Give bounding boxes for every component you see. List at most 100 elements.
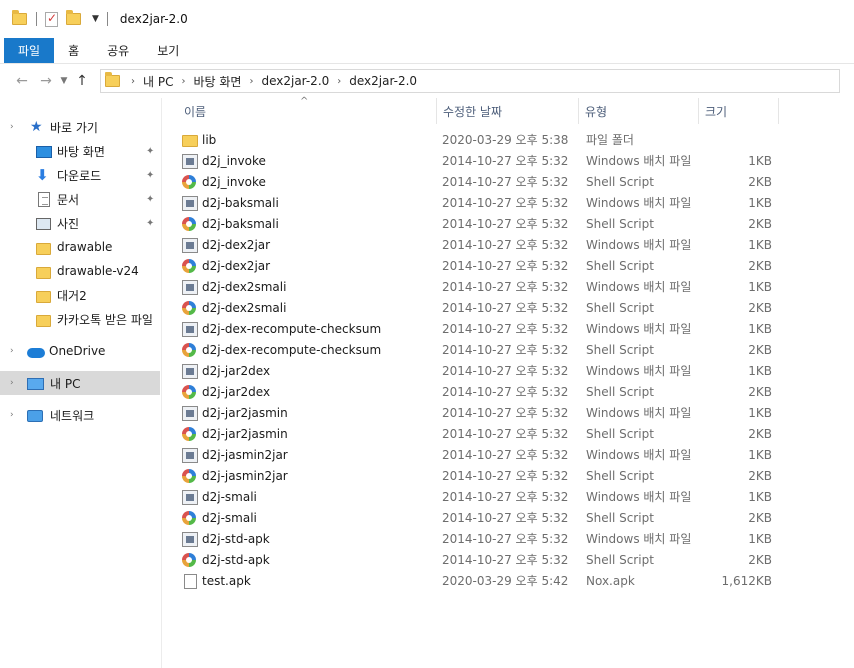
file-row[interactable]: d2j-jasmin2jar 2014-10-27 오후 5:32 Windows … <box>162 445 782 466</box>
breadcrumb-item[interactable]: 바탕 화면 <box>189 73 245 90</box>
chevron-right-icon[interactable]: › <box>10 410 14 420</box>
file-row[interactable]: d2j-jasmin2jar 2014-10-27 오후 5:32 Shell Sc… <box>162 466 782 487</box>
file-size: 1KB <box>748 406 772 420</box>
pin-icon: ✦ <box>146 217 155 229</box>
folder-icon <box>36 290 51 303</box>
address-bar-row: ← → ▼ ↑ › 내 PC › 바탕 화면 › dex2jar-2.0 › d… <box>0 64 854 98</box>
file-size: 2KB <box>748 385 772 399</box>
nav-item-kakaotalk-files[interactable]: 카카오톡 받은 파일 <box>0 307 160 331</box>
new-folder-icon[interactable] <box>66 10 82 27</box>
nav-item-network[interactable]: › 네트워크 <box>0 403 160 427</box>
ribbon-tabs: 파일 홈 공유 보기 <box>0 38 854 64</box>
file-date-modified: 2014-10-27 오후 5:32 <box>442 154 569 168</box>
chevron-right-icon[interactable]: › <box>10 122 14 132</box>
file-row[interactable]: d2j-dex2jar 2014-10-27 오후 5:32 Windows 배치 … <box>162 235 782 256</box>
file-type: Shell Script <box>586 259 654 273</box>
customize-toolbar-chevron-icon[interactable]: ▼ <box>92 14 99 24</box>
file-row[interactable]: d2j-jar2jasmin 2014-10-27 오후 5:32 Shell Sc… <box>162 424 782 445</box>
breadcrumb-item[interactable]: dex2jar-2.0 <box>345 74 421 88</box>
file-size: 2KB <box>748 469 772 483</box>
tab-file[interactable]: 파일 <box>4 38 55 63</box>
tab-share[interactable]: 공유 <box>93 38 143 63</box>
column-header-date[interactable]: 수정한 날짜 <box>436 98 579 124</box>
breadcrumb-item[interactable]: 내 PC <box>139 73 177 90</box>
file-row[interactable]: d2j-jar2dex 2014-10-27 오후 5:32 Shell Scrip… <box>162 382 782 403</box>
file-date-modified: 2020-03-29 오후 5:38 <box>442 133 569 147</box>
nav-item-label: 카카오톡 받은 파일 <box>57 312 153 327</box>
file-row[interactable]: d2j-smali 2014-10-27 오후 5:32 Windows 배치 파일… <box>162 487 782 508</box>
file-date-modified: 2014-10-27 오후 5:32 <box>442 385 569 399</box>
nav-item-this-pc[interactable]: › 내 PC <box>0 371 160 395</box>
nav-item-onedrive[interactable]: › OneDrive <box>0 339 160 363</box>
file-type: Windows 배치 파일 <box>586 154 692 168</box>
file-list: ^ 이름 수정한 날짜 유형 크기 lib 2020-03-29 오후 5:38 파… <box>162 96 854 668</box>
file-row[interactable]: d2j-dex2jar 2014-10-27 오후 5:32 Shell Scrip… <box>162 256 782 277</box>
file-row[interactable]: d2j-dex-recompute-checksum 2014-10-27 오후 … <box>162 340 782 361</box>
shell-script-icon <box>182 217 196 231</box>
file-row[interactable]: d2j-std-apk 2014-10-27 오후 5:32 Shell Scrip… <box>162 550 782 571</box>
column-header-size[interactable]: 크기 <box>699 98 779 124</box>
breadcrumb-chevron-icon[interactable]: › <box>333 76 345 87</box>
file-row[interactable]: lib 2020-03-29 오후 5:38 파일 폴더 <box>162 130 782 151</box>
file-row[interactable]: test.apk 2020-03-29 오후 5:42 Nox.apk 1,612KB <box>162 571 782 592</box>
file-size: 2KB <box>748 175 772 189</box>
breadcrumb-chevron-icon[interactable]: › <box>245 76 257 87</box>
file-type: Shell Script <box>586 553 654 567</box>
nav-item-drawable-v24[interactable]: drawable-v24 <box>0 259 160 283</box>
file-size: 1KB <box>748 448 772 462</box>
file-row[interactable]: d2j_invoke 2014-10-27 오후 5:32 Windows 배치 파… <box>162 151 782 172</box>
recent-locations-chevron-icon[interactable]: ▼ <box>58 76 70 86</box>
file-row[interactable]: d2j-baksmali 2014-10-27 오후 5:32 Shell Scri… <box>162 214 782 235</box>
nav-item-desktop[interactable]: 바탕 화면 ✦ <box>0 139 160 163</box>
file-row[interactable]: d2j-dex2smali 2014-10-27 오후 5:32 Shell Scr… <box>162 298 782 319</box>
file-row[interactable]: d2j-baksmali 2014-10-27 오후 5:32 Windows 배치… <box>162 193 782 214</box>
file-type: Windows 배치 파일 <box>586 448 692 462</box>
file-name: d2j-dex2jar <box>202 259 271 273</box>
properties-icon[interactable] <box>45 11 58 27</box>
nav-item-dagger2[interactable]: 대거2 <box>0 283 160 307</box>
column-header-name[interactable]: 이름 <box>178 98 436 124</box>
up-arrow-icon[interactable]: ↑ <box>70 73 94 89</box>
file-row[interactable]: d2j_invoke 2014-10-27 오후 5:32 Shell Script… <box>162 172 782 193</box>
tab-home[interactable]: 홈 <box>54 38 93 63</box>
navigation-pane: › ★ 바로 가기 바탕 화면 ✦ ⬇ 다운로드 ✦ 문서 ✦ 사진 ✦ dra… <box>0 98 162 668</box>
file-date-modified: 2014-10-27 오후 5:32 <box>442 196 569 210</box>
back-arrow-icon[interactable]: ← <box>10 73 34 89</box>
file-row[interactable]: d2j-jar2jasmin 2014-10-27 오후 5:32 Windows … <box>162 403 782 424</box>
file-row[interactable]: d2j-dex2smali 2014-10-27 오후 5:32 Windows 배… <box>162 277 782 298</box>
nav-item-downloads[interactable]: ⬇ 다운로드 ✦ <box>0 163 160 187</box>
column-header-type[interactable]: 유형 <box>579 98 699 124</box>
breadcrumb-item[interactable]: dex2jar-2.0 <box>257 74 333 88</box>
file-type: Windows 배치 파일 <box>586 322 692 336</box>
nav-item-documents[interactable]: 문서 ✦ <box>0 187 160 211</box>
chevron-right-icon[interactable]: › <box>10 346 14 356</box>
nav-item-quick-access[interactable]: › ★ 바로 가기 <box>0 115 160 139</box>
breadcrumb-chevron-icon[interactable]: › <box>177 76 189 87</box>
folder-icon <box>36 266 51 279</box>
nav-item-label: 다운로드 <box>57 168 102 183</box>
file-row[interactable]: d2j-std-apk 2014-10-27 오후 5:32 Windows 배치 … <box>162 529 782 550</box>
nav-item-drawable[interactable]: drawable <box>0 235 160 259</box>
file-date-modified: 2014-10-27 오후 5:32 <box>442 343 569 357</box>
address-box[interactable]: › 내 PC › 바탕 화면 › dex2jar-2.0 › dex2jar-2… <box>100 69 840 93</box>
breadcrumb-chevron-icon[interactable]: › <box>127 76 139 87</box>
file-row[interactable]: d2j-jar2dex 2014-10-27 오후 5:32 Windows 배치 … <box>162 361 782 382</box>
file-date-modified: 2014-10-27 오후 5:32 <box>442 511 569 525</box>
file-type: Shell Script <box>586 385 654 399</box>
file-name: d2j-dex2jar <box>202 238 271 252</box>
forward-arrow-icon[interactable]: → <box>34 73 58 89</box>
file-size: 2KB <box>748 301 772 315</box>
pin-icon: ✦ <box>146 145 155 157</box>
shell-script-icon <box>182 301 196 315</box>
file-size: 1KB <box>748 364 772 378</box>
file-date-modified: 2020-03-29 오후 5:42 <box>442 574 569 588</box>
file-date-modified: 2014-10-27 오후 5:32 <box>442 553 569 567</box>
file-row[interactable]: d2j-smali 2014-10-27 오후 5:32 Shell Script 2… <box>162 508 782 529</box>
chevron-right-icon[interactable]: › <box>10 378 14 388</box>
file-name: d2j-jar2dex <box>202 364 271 378</box>
folder-icon <box>36 314 51 327</box>
pictures-icon <box>36 218 51 230</box>
tab-view[interactable]: 보기 <box>143 38 193 63</box>
nav-item-pictures[interactable]: 사진 ✦ <box>0 211 160 235</box>
file-row[interactable]: d2j-dex-recompute-checksum 2014-10-27 오후 … <box>162 319 782 340</box>
